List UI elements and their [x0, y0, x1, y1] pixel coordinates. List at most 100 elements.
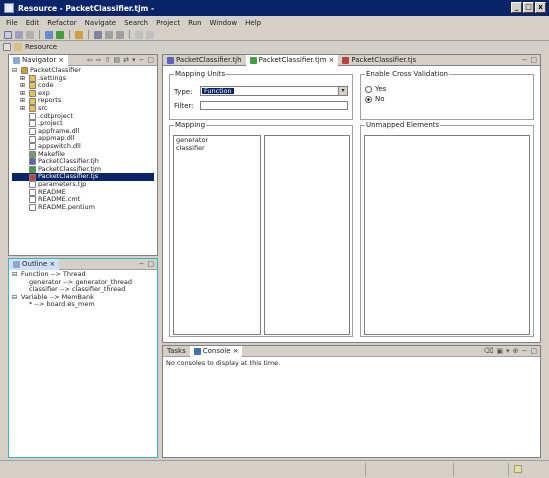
menu-search[interactable]: Search: [124, 19, 148, 27]
resource-perspective-icon[interactable]: [14, 43, 22, 51]
expand-toggle-icon[interactable]: ⊟: [12, 294, 19, 302]
make-icon: [29, 150, 36, 158]
close-button[interactable]: x: [535, 2, 546, 13]
type-select[interactable]: Function ▾: [200, 86, 348, 96]
outline-tab-bar: Outline × − □: [9, 258, 157, 270]
maximize-button[interactable]: □: [523, 2, 534, 13]
tree-item[interactable]: appframe.dll: [12, 127, 154, 136]
maximize-view-icon[interactable]: □: [147, 260, 154, 268]
link-editor-icon[interactable]: ⇄: [123, 56, 129, 64]
expand-toggle-icon[interactable]: ⊟: [12, 271, 19, 279]
display-console-icon[interactable]: ▣: [496, 347, 503, 355]
menu-project[interactable]: Project: [156, 19, 180, 27]
new-icon[interactable]: [4, 30, 12, 39]
folder-icon: [29, 90, 36, 98]
forward-icon[interactable]: [146, 30, 154, 39]
tab-console[interactable]: Console ×: [189, 345, 243, 357]
cross-validation-label: Enable Cross Validation: [365, 70, 450, 78]
view-menu-icon[interactable]: ▾: [506, 347, 510, 355]
perspective-label[interactable]: Resource: [25, 43, 57, 51]
save-icon[interactable]: [15, 30, 23, 39]
tree-item[interactable]: .cdtproject: [12, 112, 154, 121]
maximize-view-icon[interactable]: □: [530, 347, 537, 355]
expand-toggle-icon[interactable]: ⊞: [20, 90, 27, 98]
search-icon[interactable]: [94, 30, 102, 39]
navigator-tree: ⊟ PacketClassifier ⊞ .settings ⊞ code ⊞ exp ⊞ rep…: [9, 66, 157, 212]
expand-toggle-icon[interactable]: ⊞: [20, 97, 27, 105]
menu-help[interactable]: Help: [245, 19, 261, 27]
outline-tree: ⊟ Function --> Thread generator --> genera…: [9, 270, 157, 310]
status-divider: [508, 463, 509, 476]
run-icon[interactable]: [56, 30, 64, 39]
tab-packetclassifier-tjh[interactable]: PacketClassifier.tjh: [163, 55, 246, 66]
back-icon[interactable]: ⇦: [87, 56, 93, 64]
yes-radio[interactable]: Yes: [365, 85, 386, 93]
expand-toggle-icon[interactable]: ⊞: [20, 105, 27, 113]
back-icon[interactable]: [135, 30, 143, 39]
console-tab-bar: Tasks Console × ⌫ ▣ ▾ ⊕ − □: [163, 345, 540, 357]
toolbar-separator: [88, 30, 89, 39]
tree-item[interactable]: ⊞ .settings: [12, 74, 154, 83]
unmapped-elements-list[interactable]: [364, 135, 530, 335]
menu-navigate[interactable]: Navigate: [85, 19, 116, 27]
mapping-target-list[interactable]: [264, 135, 350, 335]
mapping-units-group: Mapping Units Type: Function ▾ Filter:: [169, 70, 353, 120]
up-icon[interactable]: ⇧: [105, 56, 111, 64]
minimize-view-icon[interactable]: −: [522, 347, 528, 355]
tab-navigator[interactable]: Navigator ×: [9, 54, 69, 66]
maximize-view-icon[interactable]: □: [530, 56, 537, 64]
view-menu-icon[interactable]: ▾: [132, 56, 136, 64]
open-perspective-icon[interactable]: [3, 43, 11, 51]
tree-item[interactable]: .project: [12, 120, 154, 128]
minimize-view-icon[interactable]: −: [139, 56, 145, 64]
print-icon[interactable]: [26, 30, 34, 39]
menu-window[interactable]: Window: [210, 19, 238, 27]
minimize-button[interactable]: _: [511, 2, 522, 13]
status-icon[interactable]: [514, 465, 522, 473]
filter-input[interactable]: [200, 101, 348, 110]
tree-item[interactable]: README.pentium: [12, 203, 154, 212]
minimize-view-icon[interactable]: −: [522, 56, 528, 64]
tree-item[interactable]: ⊟ PacketClassifier: [12, 66, 154, 75]
collapse-all-icon[interactable]: ▤: [113, 56, 120, 64]
close-icon[interactable]: ×: [233, 347, 239, 355]
tree-item[interactable]: * --> board.es_mem: [12, 301, 154, 309]
clear-console-icon[interactable]: ⌫: [484, 347, 494, 355]
close-icon[interactable]: ×: [58, 56, 64, 64]
maximize-view-icon[interactable]: □: [147, 56, 154, 64]
debug-icon[interactable]: [45, 30, 53, 39]
minimize-view-icon[interactable]: −: [139, 260, 145, 268]
tree-item[interactable]: appmap.dll: [12, 135, 154, 143]
tree-item[interactable]: appswitch.dll: [12, 142, 154, 151]
list-item[interactable]: classifier: [176, 144, 258, 153]
tree-item[interactable]: parameters.tjp: [12, 180, 154, 189]
tab-outline[interactable]: Outline ×: [9, 258, 60, 270]
menu-edit[interactable]: Edit: [26, 19, 40, 27]
chevron-down-icon[interactable]: ▾: [338, 87, 347, 95]
close-icon[interactable]: ×: [49, 260, 55, 268]
console-view: Tasks Console × ⌫ ▣ ▾ ⊕ − □ No consoles …: [162, 345, 541, 458]
expand-toggle-icon[interactable]: ⊟: [12, 67, 19, 75]
close-icon[interactable]: ×: [329, 56, 335, 64]
status-divider: [365, 463, 366, 476]
expand-toggle-icon[interactable]: ⊞: [20, 82, 27, 90]
expand-toggle-icon[interactable]: ⊞: [20, 75, 27, 83]
open-console-icon[interactable]: ⊕: [513, 347, 519, 355]
tab-packetclassifier-tjm[interactable]: PacketClassifier.tjm ×: [245, 54, 339, 66]
no-radio[interactable]: No: [365, 95, 385, 103]
tree-item[interactable]: ⊞ reports: [12, 97, 154, 105]
tab-packetclassifier-tjs[interactable]: PacketClassifier.tjs: [338, 55, 420, 66]
prev-annotation-icon[interactable]: [116, 30, 124, 39]
menu-run[interactable]: Run: [188, 19, 201, 27]
tab-tasks[interactable]: Tasks: [163, 346, 190, 357]
menu-refactor[interactable]: Refactor: [47, 19, 76, 27]
next-annotation-icon[interactable]: [105, 30, 113, 39]
tree-item[interactable]: ⊞ code: [12, 82, 154, 90]
external-tools-icon[interactable]: [75, 30, 83, 39]
menu-file[interactable]: File: [6, 19, 18, 27]
tree-item[interactable]: ⊞ exp: [12, 89, 154, 98]
mapping-source-list[interactable]: generator classifier: [173, 135, 261, 335]
tree-item[interactable]: ⊞ src: [12, 104, 154, 113]
forward-icon[interactable]: ⇨: [96, 56, 102, 64]
tree-item[interactable]: README: [12, 188, 154, 197]
